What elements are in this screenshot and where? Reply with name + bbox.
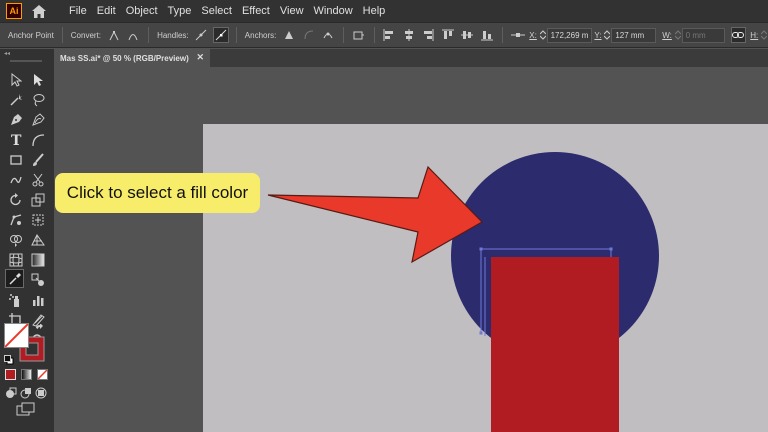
annotation-arrow	[267, 165, 483, 264]
callout-label: Click to select a fill color	[55, 173, 260, 213]
